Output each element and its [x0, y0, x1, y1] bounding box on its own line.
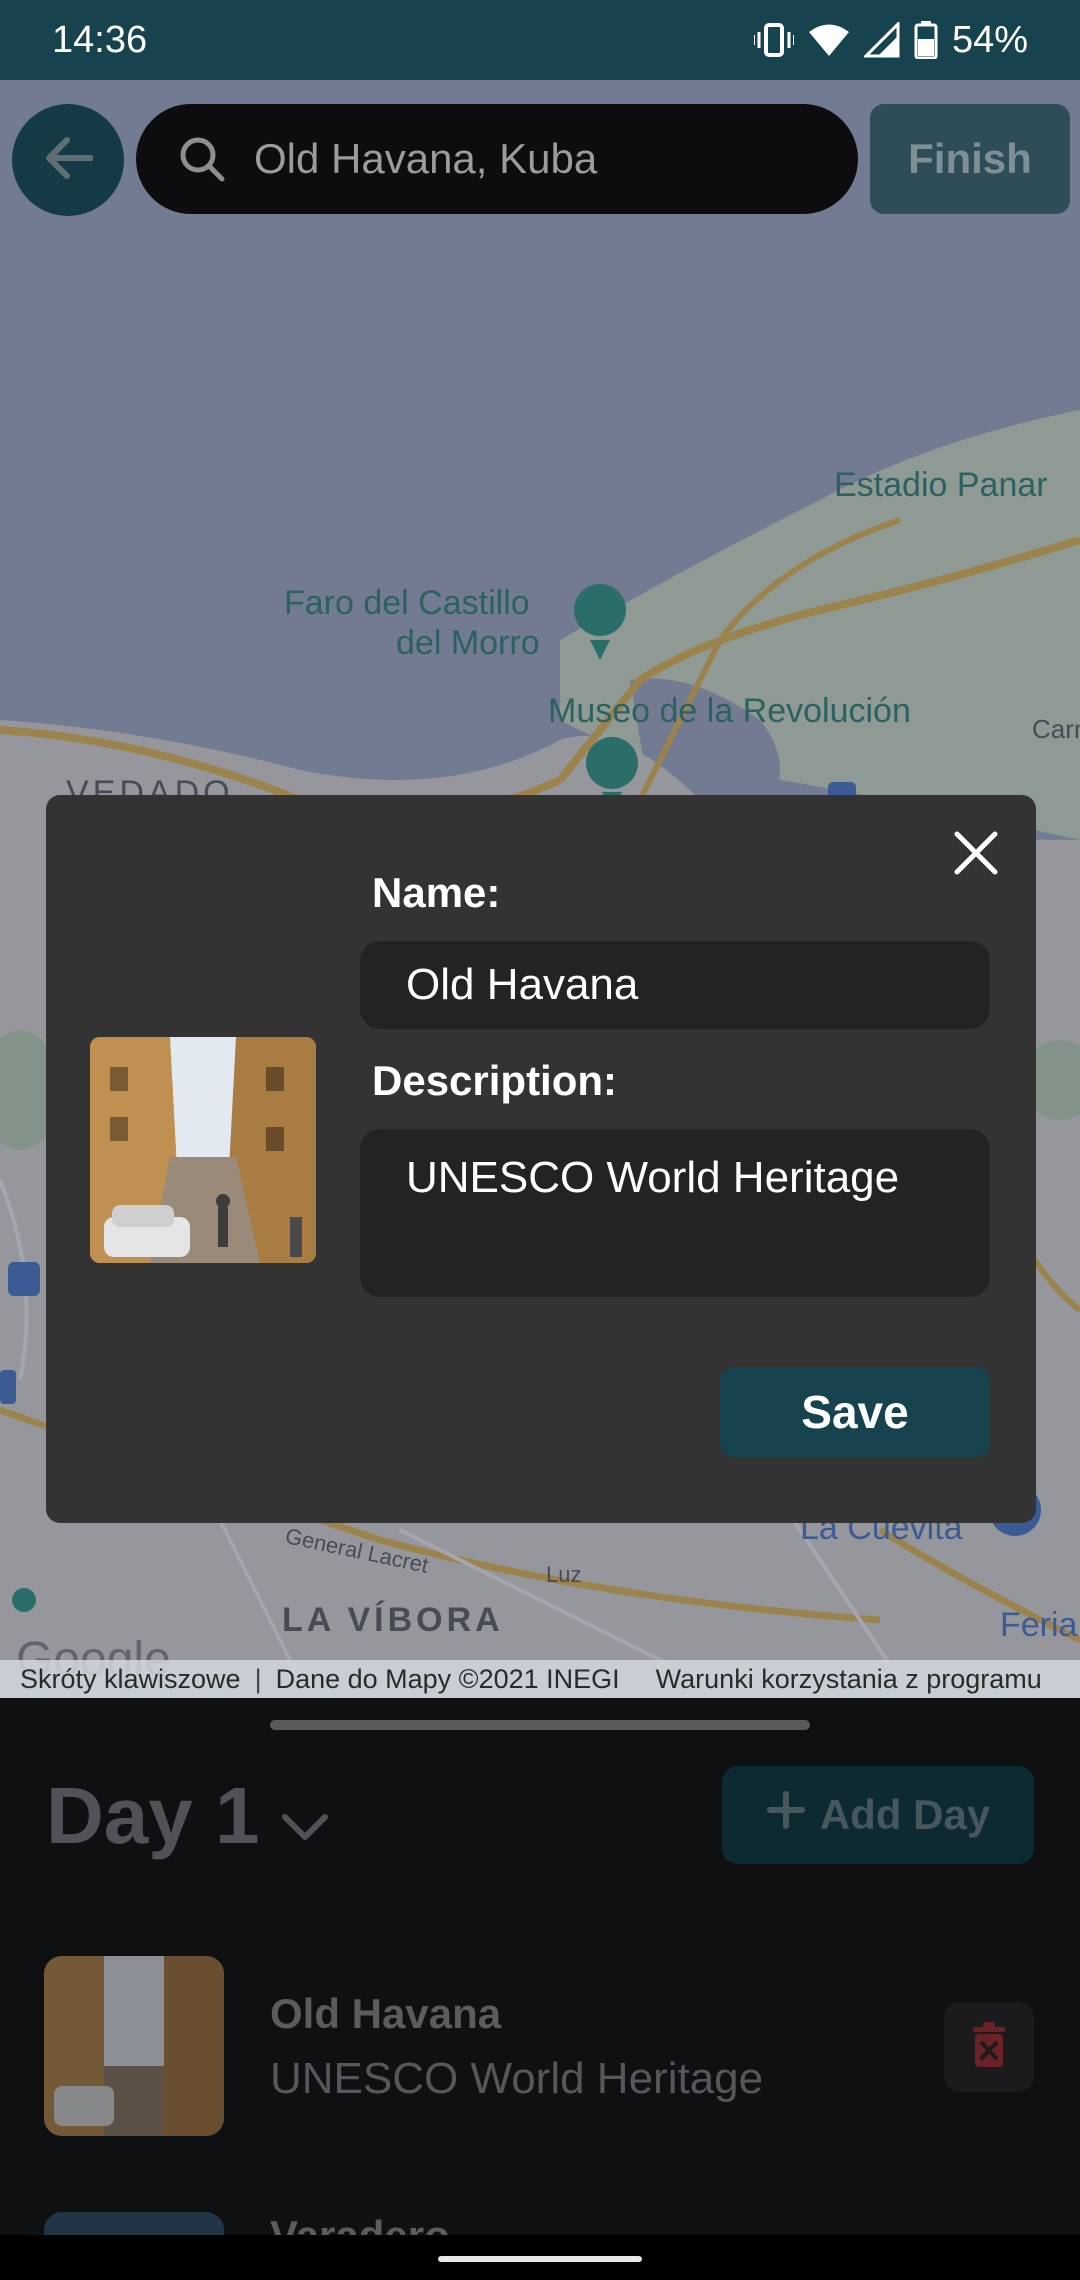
day-selector[interactable]: Day 1 [46, 1770, 329, 1862]
delete-place-button[interactable] [944, 2002, 1034, 2092]
battery-icon [914, 21, 938, 59]
status-time: 14:36 [52, 18, 148, 61]
back-button[interactable] [12, 104, 124, 216]
day-title: Day 1 [46, 1771, 260, 1860]
place-description: UNESCO World Heritage [270, 2054, 764, 2103]
app-screen: 14:36 54% Estadio Panar Faro del Castill… [0, 0, 1080, 2280]
trash-icon [969, 2021, 1009, 2074]
battery-percent: 54% [951, 18, 1028, 61]
sheet-drag-handle[interactable] [270, 1720, 810, 1730]
terms-link[interactable]: Warunki korzystania z programu [656, 1664, 1042, 1695]
itinerary-sheet: Day 1 Add Day Old Havana UNESCO World He… [0, 1698, 1080, 2235]
list-item[interactable]: Varadero [44, 2212, 1044, 2235]
place-name: Old Havana [270, 1990, 502, 2037]
save-button[interactable]: Save [720, 1367, 990, 1457]
keyboard-shortcuts-link[interactable]: Skróty klawiszowe [20, 1664, 241, 1695]
place-name: Varadero [270, 2212, 450, 2235]
attribution-separator: | [254, 1663, 262, 1694]
close-icon [953, 830, 999, 881]
description-input[interactable]: UNESCO World Heritage [360, 1129, 990, 1297]
place-photo[interactable] [90, 1037, 316, 1263]
system-nav-bar [0, 2235, 1080, 2280]
home-gesture-pill[interactable] [438, 2256, 642, 2262]
description-label: Description: [372, 1057, 618, 1104]
vibrate-icon [753, 22, 794, 58]
map-data-text: Dane do Mapy ©2021 INEGI [275, 1663, 620, 1694]
edit-place-dialog: Name: Description: UNESCO World Heritage… [46, 795, 1036, 1523]
finish-button[interactable]: Finish [870, 104, 1070, 214]
status-icons: 54% [753, 18, 1028, 62]
map-attribution: Skróty klawiszowe | Dane do Mapy ©2021 I… [0, 1660, 1080, 1698]
chevron-down-icon [281, 1770, 329, 1862]
plus-icon [766, 1790, 806, 1840]
wifi-icon [808, 23, 850, 57]
name-input[interactable] [360, 941, 990, 1029]
search-icon [178, 135, 226, 183]
status-bar: 14:36 54% [0, 0, 1080, 80]
name-label: Name: [372, 869, 501, 916]
add-day-label: Add Day [819, 1791, 991, 1838]
signal-icon [863, 22, 900, 58]
place-thumbnail [44, 2212, 224, 2235]
arrow-left-icon [43, 136, 94, 185]
list-item[interactable]: Old Havana UNESCO World Heritage [44, 1956, 1044, 2136]
close-button[interactable] [946, 825, 1006, 885]
add-day-button[interactable]: Add Day [722, 1766, 1034, 1864]
place-thumbnail [44, 1956, 224, 2136]
search-input[interactable]: Old Havana, Kuba [254, 135, 597, 183]
search-bar[interactable]: Old Havana, Kuba [136, 104, 858, 214]
